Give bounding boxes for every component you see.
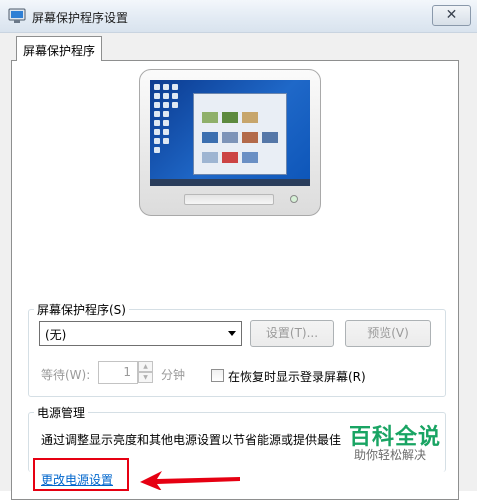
monitor-power-led <box>290 195 298 203</box>
tab-screensaver[interactable]: 屏幕保护程序 <box>16 36 102 61</box>
wait-unit: 分钟 <box>161 368 186 382</box>
wait-spin-down[interactable]: ▼ <box>138 372 153 383</box>
monitor-bezel-slot <box>184 194 274 205</box>
screensaver-group-label: 屏幕保护程序(S) <box>34 301 129 318</box>
settings-button[interactable]: 设置(T)... <box>250 320 334 347</box>
screensaver-settings-icon <box>8 8 26 23</box>
red-arrow-icon <box>140 471 240 490</box>
chevron-down-icon <box>228 331 236 336</box>
power-description: 通过调整显示亮度和其他电源设置以节省能源或提供最佳 <box>41 433 341 447</box>
preview-button[interactable]: 预览(V) <box>345 320 431 347</box>
preview-taskbar <box>150 179 310 186</box>
monitor-preview <box>139 69 321 216</box>
power-group-label: 电源管理 <box>34 404 89 421</box>
wait-spin-up[interactable]: ▲ <box>138 361 153 372</box>
close-icon: ✕ <box>445 7 458 23</box>
wait-input[interactable]: 1 <box>98 361 138 384</box>
screensaver-select-value: (无) <box>45 328 67 342</box>
desktop-preview-screen <box>150 80 310 186</box>
title-bar: 屏幕保护程序设置 ✕ <box>0 0 477 33</box>
close-button[interactable]: ✕ <box>432 5 471 26</box>
screensaver-select[interactable]: (无) <box>39 321 242 346</box>
highlight-box <box>33 458 129 491</box>
window-title: 屏幕保护程序设置 <box>32 11 129 25</box>
resume-logon-label[interactable]: 在恢复时显示登录屏幕(R) <box>228 368 366 385</box>
wait-label: 等待(W): <box>41 368 91 382</box>
watermark-slogan: 助你轻松解决 <box>354 448 427 462</box>
resume-logon-checkbox[interactable] <box>211 369 224 382</box>
preview-window <box>193 93 287 175</box>
